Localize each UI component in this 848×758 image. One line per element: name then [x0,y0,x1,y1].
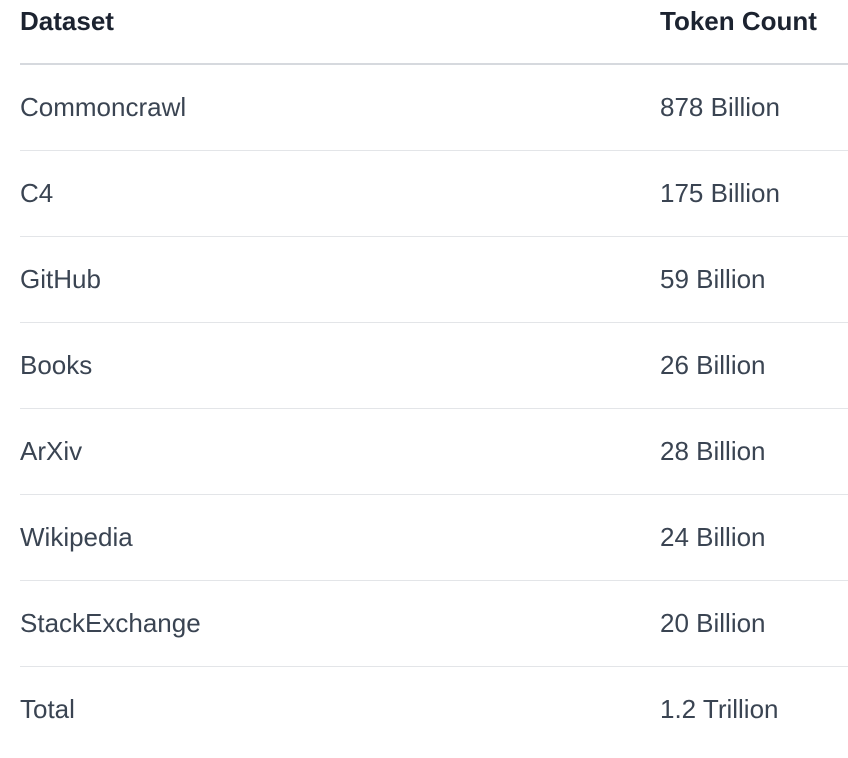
table-row: Commoncrawl 878 Billion [20,64,848,151]
cell-dataset: ArXiv [20,408,660,495]
cell-token-count: 20 Billion [660,580,848,667]
table-row: C4 175 Billion [20,150,848,237]
cell-dataset: Total [20,693,75,724]
cell-token-count: 878 Billion [660,64,848,151]
cell-token-count: 24 Billion [660,494,848,581]
table-row: Books 26 Billion [20,322,848,409]
cell-token-count: 1.2 Trillion [660,693,779,724]
cell-token-count: 175 Billion [660,150,848,237]
dataset-token-table: Dataset Token Count Commoncrawl 878 Bill… [20,0,848,752]
cell-dataset: GitHub [20,236,660,323]
table-row: ArXiv 28 Billion [20,408,848,495]
cell-dataset: StackExchange [20,580,660,667]
table-header: Dataset Token Count [20,0,848,65]
table-row: GitHub 59 Billion [20,236,848,323]
dataset-token-table-container: Dataset Token Count Commoncrawl 878 Bill… [20,0,848,752]
table-row-total: Total 1.2 Trillion [20,666,848,752]
header-dataset: Dataset [20,0,660,65]
cell-dataset: Books [20,322,660,409]
table-row: StackExchange 20 Billion [20,580,848,667]
table-row: Wikipedia 24 Billion [20,494,848,581]
cell-dataset: Wikipedia [20,494,660,581]
cell-dataset: C4 [20,150,660,237]
table-body: Commoncrawl 878 Billion C4 175 Billion G… [20,64,848,752]
cell-dataset: Commoncrawl [20,64,660,151]
cell-token-count: 28 Billion [660,408,848,495]
header-token-count: Token Count [660,0,848,65]
table-header-row: Dataset Token Count [20,0,848,65]
cell-token-count: 26 Billion [660,322,848,409]
cell-token-count: 59 Billion [660,236,848,323]
